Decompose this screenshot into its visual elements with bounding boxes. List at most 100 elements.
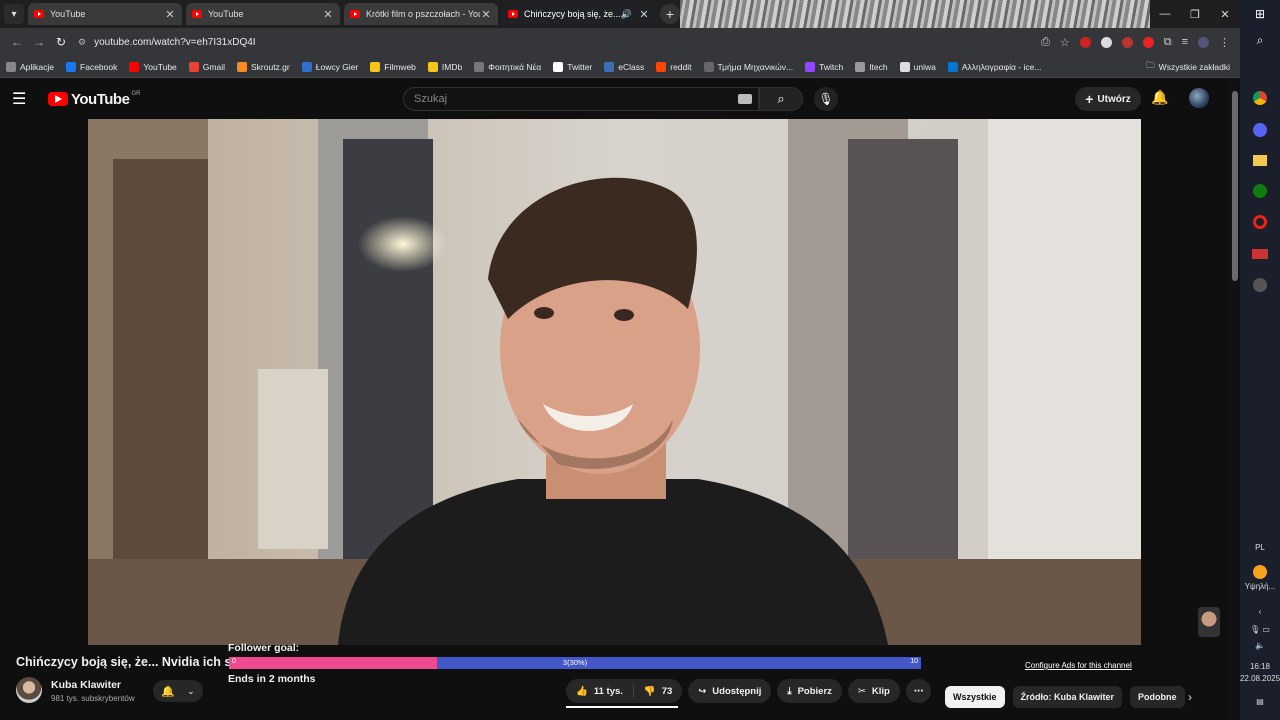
bookmark-favicon-icon: [805, 61, 816, 72]
extensions-puzzle-icon[interactable]: ⧉: [1164, 36, 1172, 49]
browser-menu-icon[interactable]: ⋮: [1219, 36, 1230, 49]
browser-tab[interactable]: Krótki film o pszczołach - YouTube✕: [344, 3, 498, 25]
bookmark-star-icon[interactable]: ☆: [1060, 36, 1070, 49]
chip-all[interactable]: Wszystkie: [945, 686, 1005, 708]
configure-ads-link[interactable]: Configure Ads for this channel: [1025, 661, 1132, 670]
account-avatar[interactable]: [1189, 88, 1209, 108]
minimize-button[interactable]: —: [1150, 0, 1180, 28]
weather-icon[interactable]: [1240, 564, 1280, 580]
speaker-icon[interactable]: 🔊: [621, 9, 632, 20]
chevron-left-icon[interactable]: ‹: [1240, 604, 1280, 618]
file-explorer-icon[interactable]: [1240, 150, 1280, 170]
search-button[interactable]: ⌕: [759, 87, 803, 111]
bookmark-favicon-icon: [370, 61, 381, 72]
discord-icon[interactable]: [1240, 120, 1280, 140]
extension-icon[interactable]: [1100, 36, 1112, 48]
back-button[interactable]: ←: [6, 35, 28, 49]
close-window-button[interactable]: ✕: [1210, 0, 1240, 28]
site-info-icon[interactable]: ⚙: [78, 37, 86, 48]
close-tab-icon[interactable]: ✕: [480, 8, 492, 21]
weather-text[interactable]: Υψηλή...: [1240, 580, 1280, 592]
clock-date[interactable]: 22.08.2025: [1240, 672, 1280, 684]
scrollbar-thumb[interactable]: [1232, 91, 1238, 281]
bookmark-item[interactable]: eClass: [604, 61, 644, 72]
youtube-favicon-icon: [192, 10, 202, 18]
share-icon: ↪: [698, 685, 707, 697]
chip-similar[interactable]: Podobne: [1130, 686, 1185, 708]
video-player[interactable]: [88, 119, 1141, 645]
download-icon: ⤓: [787, 685, 792, 697]
youtube-logo[interactable]: YouTube GR: [48, 91, 140, 108]
dislike-button[interactable]: 👎 73: [634, 686, 682, 697]
clock-time[interactable]: 16:18: [1240, 660, 1280, 672]
bookmark-item[interactable]: Τμήμα Μηχανικών...: [703, 61, 793, 72]
bookmark-item[interactable]: Twitch: [805, 61, 843, 72]
bookmark-item[interactable]: reddit: [656, 61, 692, 72]
page-scrollbar[interactable]: [1230, 79, 1240, 720]
chrome-icon[interactable]: [1240, 88, 1280, 108]
notifications-bell-icon[interactable]: 🔔: [1151, 89, 1168, 106]
video-title: Chińczycy boją się, że... Nvidia ich s: [16, 655, 230, 669]
like-button[interactable]: 👍 11 tys.: [566, 684, 634, 698]
voice-search-button[interactable]: 🎙: [814, 87, 838, 111]
extension-icon[interactable]: [1079, 36, 1091, 48]
browser-tab[interactable]: YouTube ✕: [186, 3, 340, 25]
search-icon[interactable]: ⌕: [1240, 30, 1280, 50]
bookmark-item[interactable]: IMDb: [427, 61, 462, 72]
reload-button[interactable]: ↻: [50, 35, 72, 49]
channel-avatar[interactable]: [16, 677, 42, 703]
install-app-icon[interactable]: ⎙: [1041, 36, 1050, 49]
bookmark-item[interactable]: Φοιτητικά Νέα: [474, 61, 541, 72]
channel-name[interactable]: Kuba Klawiter: [51, 679, 121, 691]
reading-list-icon[interactable]: ≡: [1182, 36, 1188, 48]
notification-icon[interactable]: ▤: [1240, 694, 1280, 708]
app-icon[interactable]: [1240, 275, 1280, 295]
bookmark-item[interactable]: Filmweb: [370, 61, 416, 72]
extension-icon[interactable]: [1121, 36, 1133, 48]
bookmark-item[interactable]: Aplikacje: [6, 61, 54, 72]
url-field[interactable]: ⚙ youtube.com/watch?v=eh7I31xDQ4I: [78, 37, 1041, 48]
bookmark-item[interactable]: Twitter: [553, 61, 592, 72]
extension-icon[interactable]: [1142, 36, 1154, 48]
download-button[interactable]: ⤓ Pobierz: [777, 679, 842, 703]
close-tab-icon[interactable]: ✕: [164, 8, 176, 21]
all-bookmarks-button[interactable]: 🗀 Wszystkie zakładki: [1146, 56, 1230, 77]
app-icon[interactable]: [1240, 244, 1280, 264]
bookmark-item[interactable]: Itech: [855, 61, 888, 72]
browser-tab[interactable]: YouTube ✕: [28, 3, 182, 25]
create-button[interactable]: + Utwórz: [1075, 87, 1141, 111]
volume-icon[interactable]: 🔈: [1240, 638, 1280, 652]
chevron-right-icon[interactable]: ›: [1188, 690, 1192, 704]
keyboard-icon[interactable]: [738, 94, 752, 104]
bookmark-item[interactable]: uniwa: [899, 61, 936, 72]
start-button[interactable]: ⊞: [1240, 4, 1280, 24]
close-tab-icon[interactable]: ✕: [322, 8, 334, 21]
tab-search-button[interactable]: ▾: [4, 4, 24, 24]
bookmark-item[interactable]: Αλληλογραφία - ice...: [947, 61, 1041, 72]
language-indicator[interactable]: PL: [1240, 540, 1280, 554]
plus-icon: +: [1085, 91, 1094, 107]
bookmark-item[interactable]: Łowcy Gier: [301, 61, 358, 72]
bookmark-item[interactable]: Facebook: [66, 61, 117, 72]
subscription-notifications-button[interactable]: 🔔 ⌄: [153, 680, 203, 702]
restore-button[interactable]: ❐: [1180, 0, 1210, 28]
bookmark-item[interactable]: Gmail: [188, 61, 225, 72]
close-tab-icon[interactable]: ✕: [638, 8, 650, 21]
browser-tab-active[interactable]: Chińczycy boją się, że... Nvidia🔊✕: [502, 3, 656, 25]
profile-icon[interactable]: [1198, 36, 1209, 48]
menu-icon[interactable]: ☰: [12, 89, 36, 109]
bookmark-item[interactable]: Skroutz.gr: [236, 61, 290, 72]
clip-button[interactable]: ✂ Klip: [847, 679, 900, 703]
bookmarks-bar: Aplikacje Facebook YouTube Gmail Skroutz.gr Ł…: [0, 56, 1240, 78]
bookmark-item[interactable]: YouTube: [129, 61, 177, 72]
recommendation-chips: Wszystkie Źródło: Kuba Klawiter Podobne: [945, 686, 1185, 708]
share-button[interactable]: ↪ Udostępnij: [688, 679, 772, 703]
forward-button[interactable]: →: [28, 35, 50, 49]
xbox-icon[interactable]: [1240, 181, 1280, 201]
search-input[interactable]: Szukaj: [403, 87, 759, 111]
opera-icon[interactable]: [1240, 212, 1280, 232]
tray-icons[interactable]: 🎙 ▭: [1240, 622, 1280, 636]
chip-source[interactable]: Źródło: Kuba Klawiter: [1012, 686, 1123, 708]
new-tab-button[interactable]: +: [660, 4, 680, 24]
more-actions-button[interactable]: ⋯: [905, 679, 932, 703]
